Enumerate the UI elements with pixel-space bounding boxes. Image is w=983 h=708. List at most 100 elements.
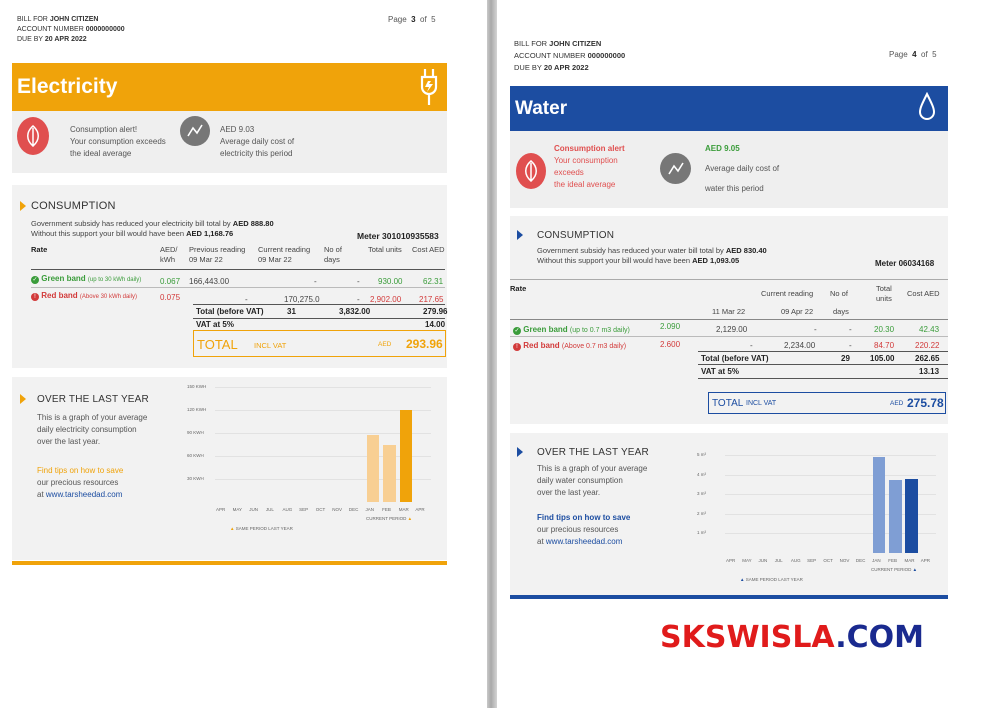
- x-tick-label: MAY: [742, 558, 752, 563]
- watermark: SKSWISLA.COM: [660, 620, 924, 655]
- vat-bottom-divider: [698, 378, 948, 379]
- tips-link[interactable]: www.tarsheedad.com: [46, 490, 122, 499]
- grand-total-amount: 275.78: [907, 396, 944, 410]
- green-rate: 0.067: [160, 277, 181, 286]
- page-gutter: [487, 0, 497, 708]
- electricity-usage-chart: 150 KWH 120 KWH 90 KWH 60 KWH 30 KWH APR MAY JU…: [187, 383, 437, 538]
- check-icon: ✓: [513, 327, 521, 335]
- red-days: -: [849, 341, 852, 350]
- legend-same-period: ▲ SAME PERIOD LAST YEAR: [740, 577, 803, 582]
- x-tick-label: FEB: [382, 507, 391, 512]
- x-tick-label: NOV: [332, 507, 343, 512]
- bill-header: BILL FOR JOHN CITIZEN ACCOUNT NUMBER 000…: [514, 39, 626, 72]
- consumption-heading: CONSUMPTION: [537, 230, 615, 241]
- section-arrow-icon: [517, 230, 523, 240]
- incl-vat-label: INCL VAT: [254, 341, 287, 350]
- due-label: DUE BY: [17, 36, 43, 43]
- total-units: 3,832.00: [339, 307, 371, 316]
- x-tick-label: MAR: [904, 558, 915, 563]
- leaf-icon: [17, 117, 49, 155]
- consumption-heading: CONSUMPTION: [31, 200, 116, 212]
- total-days: 29: [841, 354, 850, 363]
- account-number: 0000000000: [85, 26, 125, 33]
- chart-gridline: [215, 456, 431, 457]
- table-divider: [31, 269, 445, 270]
- legend-current-period: CURRENT PERIOD ▲: [366, 516, 413, 521]
- water-usage-chart: 5 m³ 4 m³ 3 m³ 2 m³ 1 m³ APR MAY JUN JUL AUG SEP OC…: [697, 451, 942, 589]
- water-drop-icon: [918, 91, 936, 127]
- vat-divider: [193, 318, 445, 319]
- customer-name: JOHN CITIZEN: [49, 16, 99, 23]
- green-cost: 42.43: [919, 325, 940, 334]
- x-tick-label: SEP: [299, 507, 309, 512]
- subsidy-note: Government subsidy has reduced your elec…: [31, 219, 274, 238]
- red-cost: 220.22: [915, 341, 940, 350]
- col-days: No of: [830, 289, 848, 298]
- total-units: 105.00: [870, 354, 895, 363]
- green-units: 20.30: [874, 325, 895, 334]
- bill-page-water: BILL FOR JOHN CITIZEN ACCOUNT NUMBER 000…: [497, 0, 983, 708]
- red-band-label: ! Red band (Above 0.7 m3 daily): [513, 341, 626, 351]
- col-current-reading: Current reading 09 Mar 22: [258, 245, 311, 264]
- x-tick-label: FEB: [888, 558, 898, 563]
- x-tick-label: NOV: [839, 558, 850, 563]
- year-description: This is a graph of your average daily el…: [37, 413, 148, 446]
- col-rate: Rate: [31, 245, 48, 254]
- x-tick-label: AUG: [790, 558, 801, 563]
- col-cost: Cost AED: [907, 289, 940, 298]
- green-curr: -: [314, 277, 317, 286]
- total-divider: [193, 304, 445, 305]
- red-curr: 2,234.00: [784, 341, 816, 350]
- watermark-text-main: SKSWISLA: [660, 620, 836, 655]
- account-label: ACCOUNT NUMBER: [17, 26, 84, 33]
- x-tick-label: DEC: [348, 507, 359, 512]
- x-tick-label: APR: [415, 507, 425, 512]
- section-arrow-icon: [20, 201, 26, 211]
- water-band: Water: [510, 86, 948, 131]
- green-prev: 2,129.00: [716, 325, 748, 334]
- x-tick-label: DEC: [855, 558, 866, 563]
- x-tick-label: JUN: [758, 558, 768, 563]
- currency-label: AED: [378, 341, 392, 348]
- vat-label: VAT at 5%: [701, 367, 739, 376]
- tips-title: Find tips on how to save: [537, 513, 631, 522]
- year-section: OVER THE LAST YEAR This is a graph of yo…: [510, 433, 948, 595]
- page-number: Page 4 of 5: [889, 50, 937, 59]
- year-heading: OVER THE LAST YEAR: [37, 394, 149, 405]
- chart-gridline: [725, 474, 936, 476]
- chart-gridline: [725, 513, 936, 515]
- y-tick-label: 4 m³: [697, 471, 706, 477]
- warning-icon: !: [513, 343, 521, 351]
- grand-total-amount: 293.96: [406, 337, 443, 351]
- year-section: OVER THE LAST YEAR This is a graph of yo…: [12, 377, 447, 560]
- green-band-label: ✓ Green band (up to 0.7 m3 daily): [513, 325, 630, 335]
- red-rate: 2.600: [660, 340, 681, 349]
- red-rate: 0.075: [160, 293, 181, 302]
- x-tick-label: APR: [920, 558, 931, 563]
- x-tick-label: OCT: [315, 507, 326, 512]
- y-tick-label: 5 m³: [697, 452, 706, 457]
- chart-trend-icon: [180, 116, 210, 146]
- total-divider: [698, 351, 948, 352]
- total-label: Total (before VAT): [196, 307, 264, 316]
- tips-link[interactable]: www.tarsheedad.com: [546, 537, 622, 546]
- table-divider: [510, 319, 948, 320]
- x-tick-label: JAN: [365, 507, 375, 512]
- x-tick-label: APR: [726, 558, 736, 563]
- total-cost: 262.65: [915, 354, 940, 363]
- green-days: -: [357, 277, 360, 286]
- col-days-unit: days: [833, 307, 849, 316]
- year-description: This is a graph of your average daily wa…: [537, 464, 648, 497]
- green-units: 930.00: [378, 277, 403, 286]
- bill-header: BILL FOR JOHN CITIZEN ACCOUNT NUMBER 000…: [17, 15, 125, 45]
- chart-bar: [873, 456, 886, 553]
- consumption-section: CONSUMPTION Government subsidy has reduc…: [12, 185, 447, 368]
- x-tick-label: JUL: [265, 507, 274, 512]
- chart-gridline: [215, 410, 431, 411]
- total-label: Total (before VAT): [701, 354, 769, 363]
- grand-total-box: TOTAL INCL VAT AED 293.96: [193, 330, 446, 357]
- currency-label: AED: [890, 400, 904, 407]
- col-days: No of days: [324, 245, 342, 264]
- page-number: Page 3 of 5: [388, 15, 436, 24]
- alert-panel: Consumption alert Your consumption excee…: [510, 131, 948, 208]
